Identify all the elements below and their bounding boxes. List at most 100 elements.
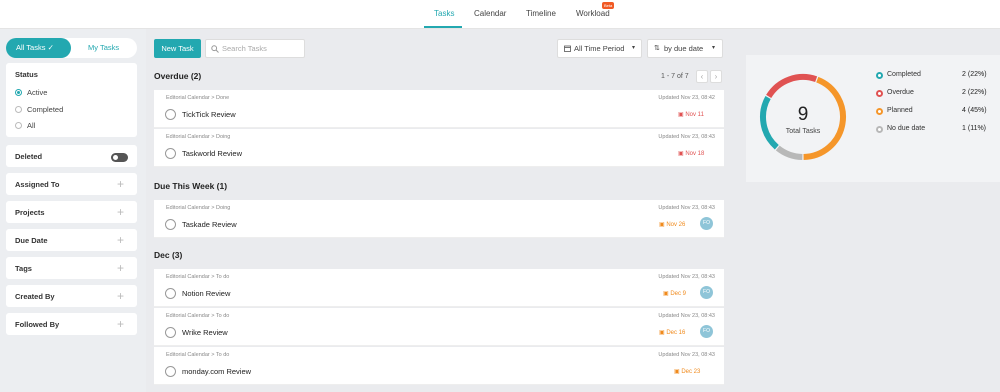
add-icon[interactable]: +	[117, 289, 124, 303]
all-tasks-toggle[interactable]: All Tasks ✓	[6, 38, 71, 58]
avatar[interactable]: FO	[700, 217, 713, 230]
legend-pct: (22%)	[967, 89, 987, 96]
status-active-radio[interactable]	[15, 89, 22, 96]
task-row[interactable]: Editorial Calendar > To do Updated Nov 2…	[154, 347, 724, 385]
task-name[interactable]: Wrike Review	[182, 328, 228, 337]
status-all-label[interactable]: All	[27, 121, 35, 130]
total-tasks-count: 9	[798, 104, 809, 125]
legend-value-completed: 2 (22%)	[962, 71, 987, 78]
add-icon[interactable]: +	[117, 233, 124, 247]
task-breadcrumb[interactable]: Editorial Calendar > Doing	[166, 205, 230, 211]
filter-label: Followed By	[15, 320, 60, 329]
legend-dot-planned	[876, 108, 883, 115]
avatar[interactable]: FO	[700, 286, 713, 299]
sort-icon: ⇅	[654, 45, 660, 52]
task-checkbox[interactable]	[165, 148, 176, 159]
task-checkbox[interactable]	[165, 109, 176, 120]
total-tasks-label: Total Tasks	[786, 128, 821, 135]
donut-slice-completed	[760, 96, 779, 150]
deleted-filter: Deleted	[6, 145, 137, 167]
active-tab-indicator	[424, 26, 462, 28]
tab-timeline[interactable]: Timeline	[526, 9, 556, 18]
due-date: ▣ Dec 9	[663, 290, 686, 297]
search-box	[205, 39, 305, 58]
task-checkbox[interactable]	[165, 327, 176, 338]
tab-tasks[interactable]: Tasks	[434, 9, 454, 18]
status-completed-radio[interactable]	[15, 106, 22, 113]
task-row[interactable]: Editorial Calendar > To do Updated Nov 2…	[154, 269, 724, 307]
next-page-button[interactable]: ›	[710, 70, 722, 83]
filter-created-by[interactable]: Created By +	[6, 285, 137, 307]
filter-due-date[interactable]: Due Date +	[6, 229, 137, 251]
task-row[interactable]: Editorial Calendar > Done Updated Nov 23…	[154, 90, 724, 128]
donut-slice-overdue	[766, 74, 818, 99]
filter-label: Assigned To	[15, 180, 60, 189]
due-date: ▣ Dec 23	[674, 368, 700, 375]
task-checkbox[interactable]	[165, 366, 176, 377]
status-completed-label[interactable]: Completed	[27, 105, 63, 114]
legend-label-planned: Planned	[887, 107, 913, 114]
section-header-dec: Dec (3)	[154, 250, 183, 260]
task-row[interactable]: Editorial Calendar > Doing Updated Nov 2…	[154, 200, 724, 238]
legend-dot-completed	[876, 72, 883, 79]
calendar-icon: ▣	[659, 330, 665, 336]
all-tasks-label: All Tasks	[16, 43, 46, 52]
task-checkbox[interactable]	[165, 219, 176, 230]
calendar-icon: ▣	[663, 291, 669, 297]
deleted-toggle[interactable]	[111, 153, 128, 162]
task-name[interactable]: TickTick Review	[182, 110, 236, 119]
task-breadcrumb[interactable]: Editorial Calendar > Doing	[166, 134, 230, 140]
add-icon[interactable]: +	[117, 205, 124, 219]
task-updated: Updated Nov 23, 08:43	[658, 205, 715, 211]
filter-label: Projects	[15, 208, 45, 217]
legend-pct: (45%)	[967, 107, 987, 114]
add-icon[interactable]: +	[117, 261, 124, 275]
legend-value-overdue: 2 (22%)	[962, 89, 987, 96]
status-all-radio[interactable]	[15, 122, 22, 129]
task-name[interactable]: Notion Review	[182, 289, 230, 298]
new-task-button[interactable]: New Task	[154, 39, 201, 58]
task-breadcrumb[interactable]: Editorial Calendar > To do	[166, 274, 229, 280]
task-name[interactable]: monday.com Review	[182, 367, 251, 376]
task-name[interactable]: Taskade Review	[182, 220, 237, 229]
due-date: ▣ Nov 26	[659, 221, 685, 228]
avatar[interactable]: FO	[700, 325, 713, 338]
beta-badge: Beta	[602, 2, 615, 9]
due-date-label: Nov 18	[685, 151, 705, 157]
due-date-label: Nov 11	[685, 112, 704, 118]
tab-workload[interactable]: Workload	[576, 9, 610, 18]
task-breadcrumb[interactable]: Editorial Calendar > To do	[166, 352, 229, 358]
add-icon[interactable]: +	[117, 177, 124, 191]
filter-projects[interactable]: Projects +	[6, 201, 137, 223]
filter-tags[interactable]: Tags +	[6, 257, 137, 279]
legend-count: 2	[962, 89, 966, 96]
filter-followed-by[interactable]: Followed By +	[6, 313, 137, 335]
legend-label-overdue: Overdue	[887, 89, 914, 96]
my-tasks-toggle[interactable]: My Tasks	[88, 38, 119, 58]
add-icon[interactable]: +	[117, 317, 124, 331]
due-date: ▣ Nov 11	[678, 111, 704, 118]
donut-slice-planned	[803, 76, 846, 160]
status-active-label[interactable]: Active	[27, 88, 47, 97]
legend-count: 1	[962, 125, 966, 132]
top-nav: Tasks Calendar Timeline Workload Beta	[0, 0, 1000, 29]
due-date-label: Dec 23	[681, 369, 701, 375]
sidebar: All Tasks ✓ My Tasks Status Active Compl…	[0, 29, 146, 392]
task-updated: Updated Nov 23, 08:43	[658, 134, 715, 140]
filter-assigned-to[interactable]: Assigned To +	[6, 173, 137, 195]
task-row[interactable]: Editorial Calendar > To do Updated Nov 2…	[154, 308, 724, 346]
due-date-label: Dec 9	[670, 291, 687, 297]
period-dropdown[interactable]: All Time Period ▾	[557, 39, 642, 58]
task-checkbox[interactable]	[165, 288, 176, 299]
task-row[interactable]: Editorial Calendar > Doing Updated Nov 2…	[154, 129, 724, 167]
tab-calendar[interactable]: Calendar	[474, 9, 506, 18]
search-input[interactable]	[222, 42, 302, 55]
task-breadcrumb[interactable]: Editorial Calendar > Done	[166, 95, 229, 101]
calendar-icon: ▣	[678, 112, 684, 118]
task-breadcrumb[interactable]: Editorial Calendar > To do	[166, 313, 229, 319]
prev-page-button[interactable]: ‹	[696, 70, 708, 83]
task-name[interactable]: Taskworld Review	[182, 149, 242, 158]
section-header-this-week: Due This Week (1)	[154, 181, 228, 191]
legend-dot-no-due-date	[876, 126, 883, 133]
sort-dropdown[interactable]: ⇅ by due date ▾	[647, 39, 723, 58]
